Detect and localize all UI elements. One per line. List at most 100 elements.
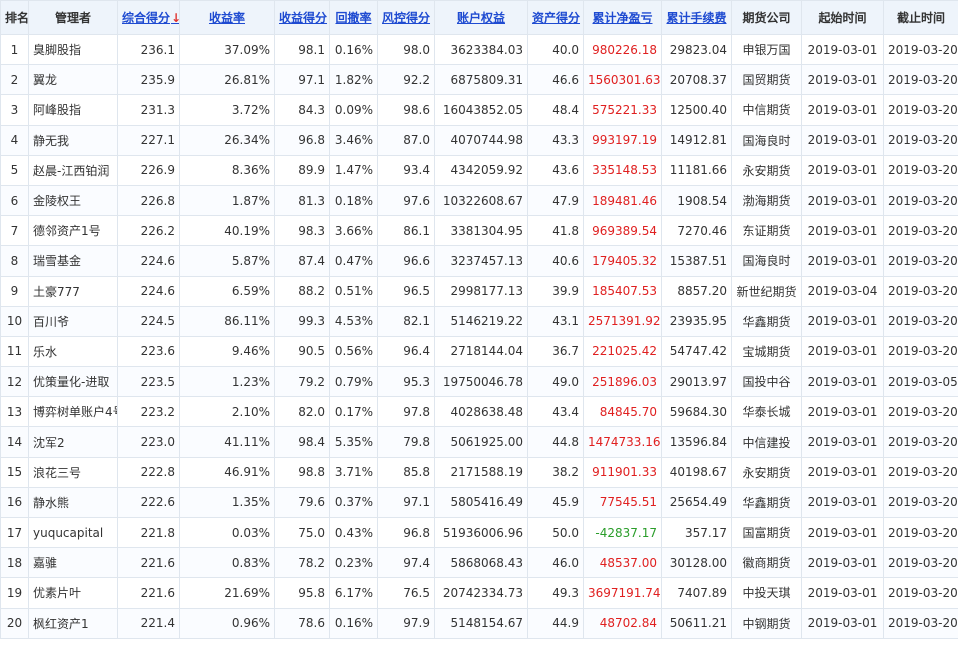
asset-score-cell: 49.0: [527, 366, 584, 398]
asset-score-cell: 40.0: [527, 33, 584, 66]
ranking-table: 排名 管理者 综合得分↓ 收益率 收益得分 回撤率 风控得分 账户权益 资产得分…: [0, 0, 958, 639]
header-fees[interactable]: 累计手续费: [661, 0, 732, 35]
risk-score-cell: 98.6: [377, 94, 435, 126]
fees-cell: 20708.37: [661, 64, 732, 96]
return-rate-cell: 6.59%: [179, 275, 275, 307]
manager-cell: 翼龙: [28, 64, 118, 96]
return-rate-cell: 1.35%: [179, 486, 275, 519]
header-asset-score[interactable]: 资产得分: [527, 0, 584, 35]
table-row: 13 博弈树单账户4号 223.2 2.10% 82.0 0.17% 97.8 4028638…: [0, 396, 958, 428]
manager-cell: 阿峰股指: [28, 94, 118, 126]
equity-cell: 3623384.03: [434, 33, 528, 66]
company-cell: 宝城期货: [731, 335, 802, 368]
drawdown-cell: 0.09%: [329, 94, 378, 126]
manager-cell: 优策量化-进取: [28, 366, 118, 398]
asset-score-cell: 40.6: [527, 245, 584, 277]
equity-cell: 4342059.92: [434, 154, 528, 186]
start-date-cell: 2019-03-01: [801, 64, 884, 96]
company-cell: 渤海期货: [731, 184, 802, 217]
company-cell: 国贸期货: [731, 64, 802, 96]
header-score[interactable]: 综合得分↓: [117, 0, 180, 35]
asset-score-cell: 43.6: [527, 154, 584, 186]
risk-score-cell: 97.6: [377, 184, 435, 217]
asset-score-cell: 39.9: [527, 275, 584, 307]
fees-cell: 7270.46: [661, 215, 732, 247]
table-row: 19 优素片叶 221.6 21.69% 95.8 6.17% 76.5 20742334.7…: [0, 577, 958, 609]
return-score-cell: 88.2: [274, 275, 330, 307]
risk-score-cell: 96.4: [377, 335, 435, 368]
end-date-cell: 2019-03-20: [883, 547, 958, 579]
return-score-cell: 79.2: [274, 366, 330, 398]
end-date-cell: 2019-03-20: [883, 245, 958, 277]
net-profit-cell: 189481.46: [583, 184, 662, 217]
return-rate-cell: 21.69%: [179, 577, 275, 609]
fees-cell: 8857.20: [661, 275, 732, 307]
rank-cell: 8: [0, 245, 29, 277]
asset-score-cell: 43.1: [527, 305, 584, 337]
fees-cell: 59684.30: [661, 396, 732, 428]
return-rate-cell: 5.87%: [179, 245, 275, 277]
return-score-cell: 89.9: [274, 154, 330, 186]
end-date-cell: 2019-03-20: [883, 275, 958, 307]
end-date-cell: 2019-03-20: [883, 516, 958, 549]
net-profit-cell: 48537.00: [583, 547, 662, 579]
rank-cell: 1: [0, 33, 29, 66]
table-row: 7 德邻资产1号 226.2 40.19% 98.3 3.66% 86.1 3381304.9…: [0, 215, 958, 247]
header-company: 期货公司: [731, 0, 802, 35]
header-equity[interactable]: 账户权益: [434, 0, 528, 35]
start-date-cell: 2019-03-01: [801, 184, 884, 217]
start-date-cell: 2019-03-01: [801, 94, 884, 126]
score-cell: 227.1: [117, 124, 180, 156]
header-risk-score[interactable]: 风控得分: [377, 0, 435, 35]
end-date-cell: 2019-03-20: [883, 426, 958, 458]
end-date-cell: 2019-03-20: [883, 335, 958, 368]
score-cell: 223.0: [117, 426, 180, 458]
header-return-score[interactable]: 收益得分: [274, 0, 330, 35]
table-row: 17 yuqucapital 221.8 0.03% 75.0 0.43% 96.8 5193…: [0, 516, 958, 549]
table-header-row: 排名 管理者 综合得分↓ 收益率 收益得分 回撤率 风控得分 账户权益 资产得分…: [0, 0, 958, 35]
rank-cell: 17: [0, 516, 29, 549]
equity-cell: 2171588.19: [434, 456, 528, 488]
return-rate-cell: 3.72%: [179, 94, 275, 126]
table-row: 3 阿峰股指 231.3 3.72% 84.3 0.09% 98.6 16043852.05 4…: [0, 94, 958, 126]
header-return-rate[interactable]: 收益率: [179, 0, 275, 35]
manager-cell: 百川爷: [28, 305, 118, 337]
rank-cell: 2: [0, 64, 29, 96]
net-profit-cell: 1560301.63: [583, 64, 662, 96]
header-drawdown[interactable]: 回撤率: [329, 0, 378, 35]
header-manager: 管理者: [28, 0, 118, 35]
company-cell: 徽商期货: [731, 547, 802, 579]
company-cell: 中信期货: [731, 94, 802, 126]
fees-cell: 25654.49: [661, 486, 732, 519]
net-profit-cell: 980226.18: [583, 33, 662, 66]
header-net-profit[interactable]: 累计净盈亏: [583, 0, 662, 35]
manager-cell: 枫红资产1: [28, 607, 118, 639]
rank-cell: 4: [0, 124, 29, 156]
rank-cell: 10: [0, 305, 29, 337]
risk-score-cell: 86.1: [377, 215, 435, 247]
end-date-cell: 2019-03-20: [883, 94, 958, 126]
start-date-cell: 2019-03-01: [801, 486, 884, 519]
company-cell: 华鑫期货: [731, 305, 802, 337]
end-date-cell: 2019-03-20: [883, 305, 958, 337]
asset-score-cell: 43.4: [527, 396, 584, 428]
return-rate-cell: 40.19%: [179, 215, 275, 247]
rank-cell: 20: [0, 607, 29, 639]
net-profit-cell: 185407.53: [583, 275, 662, 307]
fees-cell: 13596.84: [661, 426, 732, 458]
asset-score-cell: 46.0: [527, 547, 584, 579]
return-rate-cell: 37.09%: [179, 33, 275, 66]
equity-cell: 2998177.13: [434, 275, 528, 307]
drawdown-cell: 0.56%: [329, 335, 378, 368]
manager-cell: 浪花三号: [28, 456, 118, 488]
drawdown-cell: 0.79%: [329, 366, 378, 398]
fees-cell: 50611.21: [661, 607, 732, 639]
score-cell: 226.8: [117, 184, 180, 217]
return-rate-cell: 46.91%: [179, 456, 275, 488]
risk-score-cell: 76.5: [377, 577, 435, 609]
fees-cell: 12500.40: [661, 94, 732, 126]
start-date-cell: 2019-03-01: [801, 456, 884, 488]
table-row: 2 翼龙 235.9 26.81% 97.1 1.82% 92.2 6875809.31 46.…: [0, 64, 958, 96]
equity-cell: 6875809.31: [434, 64, 528, 96]
manager-cell: 优素片叶: [28, 577, 118, 609]
